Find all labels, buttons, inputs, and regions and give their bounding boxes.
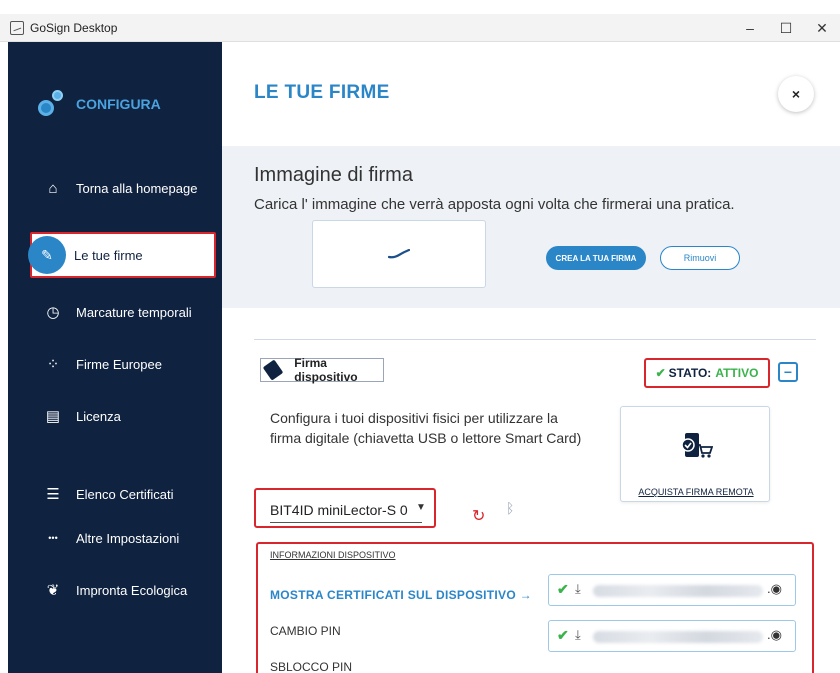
main-panel: LE TUE FIRME × Immagine di firma Carica … bbox=[222, 42, 840, 673]
close-window-button[interactable]: ✕ bbox=[804, 14, 840, 42]
show-certificates-link[interactable]: MOSTRA CERTIFICATI SUL DISPOSITIVO → bbox=[270, 588, 532, 602]
signature-image-title: Immagine di firma bbox=[254, 164, 413, 186]
eye-icon[interactable]: .◉ bbox=[767, 627, 782, 643]
signature-image-section: Immagine di firma Carica l' immagine che… bbox=[222, 146, 840, 308]
chevron-down-icon: ▼ bbox=[416, 502, 426, 513]
sidebar-item-label: Impronta Ecologica bbox=[76, 582, 188, 598]
download-icon[interactable]: ⤓ bbox=[575, 627, 581, 643]
leaf-icon: ❦ bbox=[46, 582, 60, 599]
unlock-pin-link[interactable]: SBLOCCO PIN bbox=[270, 660, 352, 673]
sidebar-item-firme-europee[interactable]: ⁘ Firme Europee bbox=[8, 346, 222, 382]
sidebar-item-label: Marcature temporali bbox=[76, 304, 192, 320]
close-icon[interactable]: × bbox=[778, 76, 814, 112]
sidebar-item-impronta-ecologica[interactable]: ❦ Impronta Ecologica bbox=[8, 572, 222, 608]
window-controls: – ☐ ✕ bbox=[732, 14, 840, 42]
status-value: ATTIVO bbox=[715, 366, 759, 380]
sidebar-item-label: Le tue firme bbox=[74, 247, 143, 263]
title-bar: GoSign Desktop – ☐ ✕ bbox=[0, 14, 840, 42]
eu-stars-icon: ⁘ bbox=[46, 356, 60, 373]
device-select-value: BIT4ID miniLector-S 0 bbox=[270, 502, 408, 518]
blurred-certificate-value bbox=[593, 585, 763, 597]
certificate-field[interactable]: ✔ ⤓ .◉ bbox=[548, 620, 796, 652]
phone-cart-icon bbox=[681, 433, 713, 458]
license-icon: ▤ bbox=[45, 408, 61, 425]
status-prefix: STATO: bbox=[668, 366, 712, 380]
window-title: GoSign Desktop bbox=[30, 20, 118, 35]
list-icon: ☰ bbox=[46, 486, 60, 503]
signature-pen-icon: ✎ bbox=[28, 236, 66, 274]
clock-icon: ◷ bbox=[46, 304, 60, 321]
refresh-icon[interactable]: ↻ bbox=[472, 506, 485, 526]
app-logo-icon bbox=[10, 20, 24, 35]
status-badge: ✔ STATO: ATTIVO bbox=[644, 358, 770, 388]
bluetooth-icon[interactable]: ᛒ bbox=[506, 500, 514, 516]
sidebar-item-homepage[interactable]: ⌂ Torna alla homepage bbox=[8, 170, 222, 206]
remove-signature-button[interactable]: Rimuovi bbox=[660, 246, 740, 270]
app-window: GoSign Desktop – ☐ ✕ CONFIGURA ⌂ Torna a… bbox=[0, 0, 840, 673]
eye-icon[interactable]: .◉ bbox=[767, 581, 782, 597]
device-info-title: INFORMAZIONI DISPOSITIVO bbox=[270, 550, 396, 560]
check-icon: ✔ bbox=[655, 366, 666, 380]
sidebar-item-marcature-temporali[interactable]: ◷ Marcature temporali bbox=[8, 294, 222, 330]
buy-remote-signature-link[interactable]: ACQUISTA FIRMA REMOTA bbox=[621, 487, 771, 497]
signature-preview[interactable] bbox=[312, 220, 486, 288]
sidebar-item-licenza[interactable]: ▤ Licenza bbox=[8, 398, 222, 434]
page-title: LE TUE FIRME bbox=[254, 82, 390, 103]
minimize-button[interactable]: – bbox=[732, 14, 768, 42]
device-select[interactable]: BIT4ID miniLector-S 0 ▼ bbox=[254, 488, 436, 528]
device-signature-label: Firma dispositivo bbox=[260, 356, 384, 384]
blurred-certificate-value bbox=[593, 631, 763, 643]
sidebar-item-altre-impostazioni[interactable]: ••• Altre Impostazioni bbox=[8, 520, 222, 556]
signature-stroke-icon bbox=[388, 249, 410, 259]
section-divider bbox=[254, 339, 816, 340]
sidebar-item-label: Firme Europee bbox=[76, 356, 162, 372]
download-icon[interactable]: ⤓ bbox=[575, 581, 581, 597]
create-signature-button[interactable]: CREA LA TUA FIRMA bbox=[546, 246, 646, 270]
gears-icon bbox=[36, 90, 68, 118]
usb-key-icon bbox=[262, 359, 284, 381]
sidebar-logo: CONFIGURA bbox=[36, 90, 161, 118]
device-signature-text: Firma dispositivo bbox=[294, 356, 358, 384]
sidebar-item-elenco-certificati[interactable]: ☰ Elenco Certificati bbox=[8, 476, 222, 512]
maximize-button[interactable]: ☐ bbox=[768, 14, 804, 42]
sidebar: CONFIGURA ⌂ Torna alla homepage ✎ Le tue… bbox=[8, 42, 222, 673]
sidebar-item-label: Altre Impostazioni bbox=[76, 530, 180, 546]
device-info-section: INFORMAZIONI DISPOSITIVO MOSTRA CERTIFIC… bbox=[256, 542, 814, 673]
certificate-field[interactable]: ✔ ⤓ .◉ bbox=[548, 574, 796, 606]
collapse-icon[interactable]: − bbox=[778, 362, 798, 382]
sidebar-item-label: Elenco Certificati bbox=[76, 486, 174, 502]
more-icon: ••• bbox=[48, 533, 58, 543]
change-pin-link[interactable]: CAMBIO PIN bbox=[270, 624, 341, 638]
sidebar-item-label: Licenza bbox=[76, 408, 121, 424]
sidebar-logo-text: CONFIGURA bbox=[76, 96, 161, 112]
check-icon: ✔ bbox=[557, 581, 569, 597]
home-icon: ⌂ bbox=[48, 179, 58, 197]
sidebar-item-label: Torna alla homepage bbox=[76, 180, 198, 196]
signature-image-subtitle: Carica l' immagine che verrà apposta ogn… bbox=[254, 196, 735, 213]
buy-remote-signature-card[interactable]: ACQUISTA FIRMA REMOTA bbox=[620, 406, 770, 502]
sidebar-item-le-tue-firme[interactable]: ✎ Le tue firme bbox=[28, 232, 216, 278]
check-icon: ✔ bbox=[557, 627, 569, 643]
device-description: Configura i tuoi dispositivi fisici per … bbox=[270, 410, 582, 446]
